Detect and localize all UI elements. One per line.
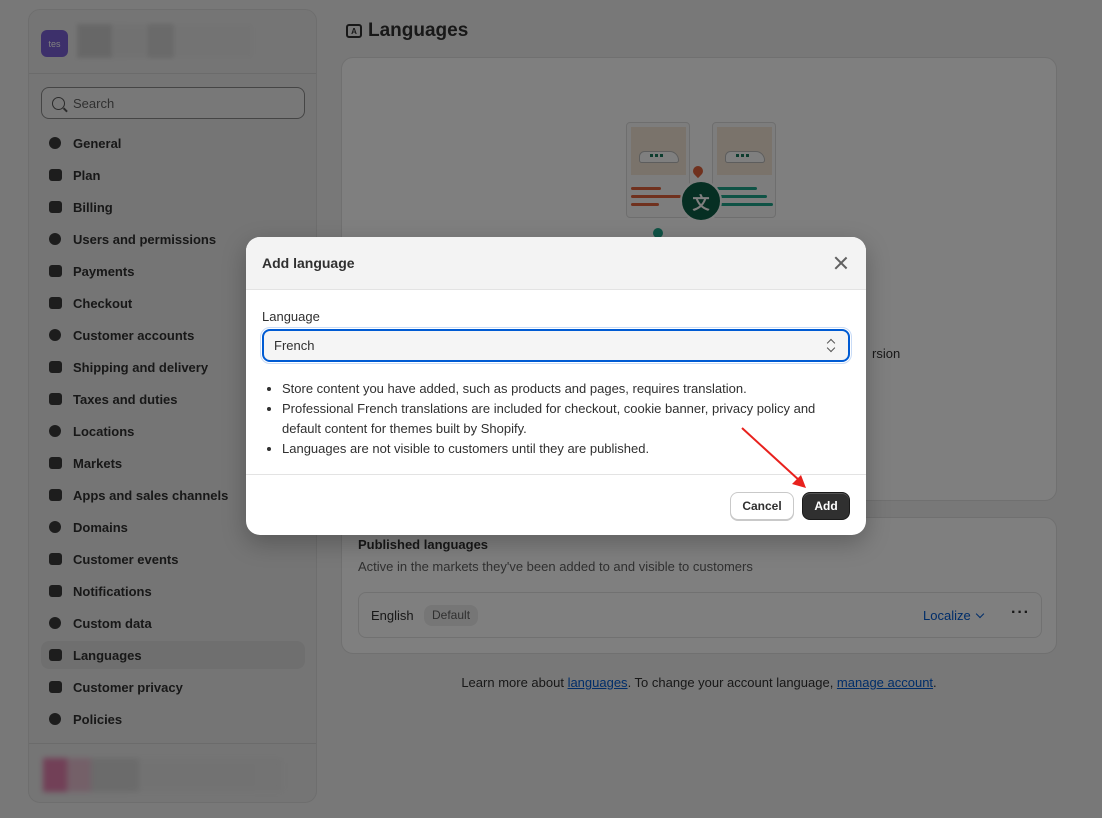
language-select-value: French [274, 338, 315, 353]
select-chevron-icon [826, 339, 836, 353]
info-bullet: Professional French translations are inc… [282, 399, 842, 439]
info-bullet: Store content you have added, such as pr… [282, 379, 842, 399]
modal-title: Add language [262, 255, 355, 271]
modal-header: Add language [246, 237, 866, 290]
close-icon[interactable] [834, 256, 848, 270]
cancel-button[interactable]: Cancel [730, 492, 794, 520]
info-bullets: Store content you have added, such as pr… [282, 379, 842, 459]
add-language-modal: Add language Language French Store conte… [246, 237, 866, 535]
modal-footer: Cancel Add [246, 474, 866, 535]
language-field-label: Language [262, 309, 320, 324]
language-select[interactable]: French [260, 327, 852, 364]
info-bullet: Languages are not visible to customers u… [282, 439, 842, 459]
add-button[interactable]: Add [802, 492, 850, 520]
